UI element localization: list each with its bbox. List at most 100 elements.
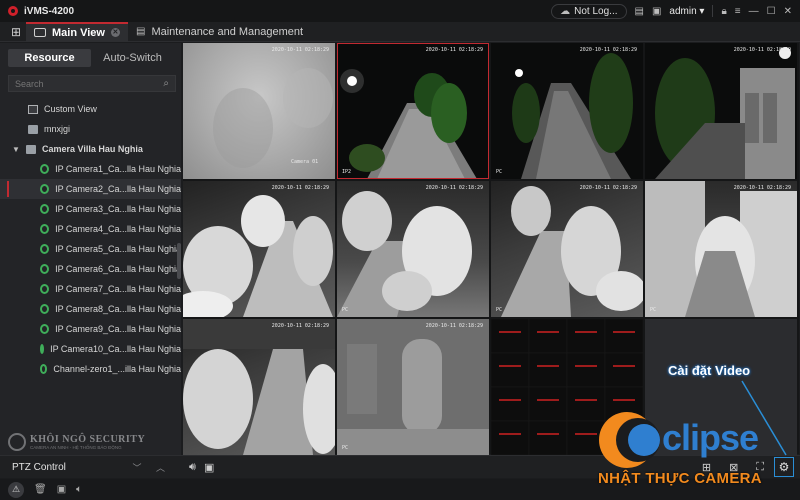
osd-timestamp: 2020-10-11 02:18:29 xyxy=(271,47,329,53)
tree-camera-item[interactable]: IP Camera3_Ca...lla Hau Nghia xyxy=(0,199,181,219)
camera-online-icon xyxy=(40,244,50,254)
custom-view-icon xyxy=(28,104,38,114)
ir-yard-scene xyxy=(183,319,335,455)
osd-timestamp: 2020-10-11 02:18:29 xyxy=(271,323,329,329)
tree-camera-item[interactable]: IP Camera8_Ca...lla Hau Nghia xyxy=(0,299,181,319)
segment-auto-switch[interactable]: Auto-Switch xyxy=(91,49,174,67)
video-tile[interactable]: 2020-10-11 02:18:29 PC xyxy=(491,181,643,317)
user-menu[interactable]: admin ▾ xyxy=(669,6,704,17)
video-tile[interactable]: 2020-10-11 02:18:29 IP2 xyxy=(337,43,489,179)
ir-wall-scene xyxy=(645,181,797,317)
ir-garden-scene xyxy=(337,191,472,317)
tree-node-label: Custom View xyxy=(44,104,97,114)
tree-camera-item[interactable]: IP Camera7_Ca...lla Hau Nghia xyxy=(0,279,181,299)
tree-node-label: Camera Villa Hau Nghia xyxy=(42,144,143,154)
tree-camera-item[interactable]: IP Camera2_Ca...lla Hau Nghia xyxy=(0,179,181,199)
live-view-grid: 2020-10-11 02:18:29 Camera 01 2020-10-11… xyxy=(183,43,799,455)
camera-online-icon xyxy=(40,184,50,194)
night-wall-scene xyxy=(655,47,795,179)
osd-camera-name: PC xyxy=(650,307,657,313)
tree-camera-item[interactable]: IP Camera9_Ca...lla Hau Nghia xyxy=(0,319,181,339)
video-tile[interactable]: 2020-10-11 02:18:29 PC xyxy=(337,319,489,455)
tree-camera-item[interactable]: IP Camera10_Ca...lla Hau Nghia xyxy=(0,339,181,359)
osd-camera-name: Camera 01 xyxy=(291,159,319,165)
divider xyxy=(712,5,714,17)
osd-camera-name: PC xyxy=(342,445,349,451)
osd-timestamp: 2020-10-11 02:18:29 xyxy=(425,185,483,191)
camera-label: IP Camera10_Ca...lla Hau Nghia xyxy=(50,344,181,354)
camera-label: IP Camera8_Ca...lla Hau Nghia xyxy=(55,304,181,314)
brand-word: clipse xyxy=(662,417,759,458)
search-input[interactable] xyxy=(15,78,164,89)
lock-icon[interactable]: 🔒︎ xyxy=(721,6,726,17)
night-path-scene xyxy=(512,53,633,179)
mute-icon[interactable]: 🔈︎ xyxy=(76,484,82,495)
watermark-subtitle: CAMERA AN NINH - HỆ THỐNG BÁO ĐỘNG xyxy=(30,445,122,450)
search-icon[interactable]: ⌕ xyxy=(163,78,169,89)
ptz-control-panel[interactable]: PTZ Control ﹀ ︿ xyxy=(0,461,181,474)
cloud-login-button[interactable]: ☁ Not Log... xyxy=(551,3,627,19)
image-icon[interactable]: ▣ xyxy=(652,6,661,17)
camera-online-icon xyxy=(40,284,50,294)
title-bar: iVMS-4200 ☁ Not Log... ▤ ▣ admin ▾ 🔒︎ ≡ … xyxy=(0,0,800,22)
trash-icon[interactable]: 🗑︎ xyxy=(34,484,47,495)
camera-online-icon xyxy=(40,164,50,174)
tree-node-label: mnxjgi xyxy=(44,124,71,134)
camera-online-icon xyxy=(40,204,50,214)
tab-main-view[interactable]: Main View ✕ xyxy=(26,21,128,42)
video-tile[interactable]: 2020-10-11 02:18:29 xyxy=(183,319,335,455)
osd-timestamp: 2020-10-11 02:18:29 xyxy=(579,47,637,53)
tree-camera-item[interactable]: IP Camera1_Ca...lla Hau Nghia xyxy=(0,159,181,179)
volume-icon[interactable]: 🔊︎ xyxy=(189,461,196,474)
osd-camera-name: PC xyxy=(496,307,503,313)
module-grid-icon[interactable]: ⊞ xyxy=(6,22,26,42)
video-tile[interactable]: 2020-10-11 02:18:29 PC xyxy=(645,181,797,317)
app-window: iVMS-4200 ☁ Not Log... ▤ ▣ admin ▾ 🔒︎ ≡ … xyxy=(0,0,800,500)
camera-label: IP Camera4_Ca...lla Hau Nghia xyxy=(55,224,181,234)
app-title: iVMS-4200 xyxy=(24,5,75,17)
app-logo-icon xyxy=(8,6,18,16)
tab-maintenance[interactable]: ▤ Maintenance and Management xyxy=(128,22,311,42)
osd-camera-name: PC xyxy=(496,169,503,175)
menu-icon[interactable]: ≡ xyxy=(735,6,741,17)
segment-resource[interactable]: Resource xyxy=(8,49,91,67)
video-tile[interactable]: 2020-10-11 02:18:29 PC xyxy=(491,43,643,179)
tree-camera-item[interactable]: IP Camera6_Ca...lla Hau Nghia xyxy=(0,259,181,279)
close-icon[interactable]: ✕ xyxy=(784,6,792,17)
save-icon[interactable]: ▣ xyxy=(204,461,214,474)
tree-node-group[interactable]: mnxjgi xyxy=(0,119,181,139)
expand-caret-icon[interactable]: ▼ xyxy=(12,145,20,154)
tree-camera-item[interactable]: Channel-zero1_...illa Hau Nghia xyxy=(0,359,181,379)
watermark-title: KHÔI NGÔ SECURITY xyxy=(30,434,146,445)
cloud-login-label: Not Log... xyxy=(574,5,618,17)
camera-label: IP Camera7_Ca...lla Hau Nghia xyxy=(55,284,181,294)
video-tile[interactable]: 2020-10-11 02:18:29 xyxy=(183,181,335,317)
tab-close-icon[interactable]: ✕ xyxy=(110,28,120,37)
tree-node-custom-view[interactable]: Custom View xyxy=(0,99,181,119)
ptz-collapse-icon[interactable]: ﹀ ︿ xyxy=(132,461,171,474)
maximize-icon[interactable]: ☐ xyxy=(767,6,776,17)
brand-tagline: NHẬT THỰC CAMERA xyxy=(598,470,762,487)
folder-icon xyxy=(26,144,36,154)
minimize-icon[interactable]: — xyxy=(749,6,759,17)
video-tile[interactable]: 2020-10-11 02:18:29 PC xyxy=(337,181,489,317)
resource-sidebar: Resource Auto-Switch ⌕ Custom View mnxjg… xyxy=(0,43,181,456)
tree-camera-item[interactable]: IP Camera4_Ca...lla Hau Nghia xyxy=(0,219,181,239)
sidebar-collapse-handle[interactable] xyxy=(177,243,181,279)
title-bar-controls: ☁ Not Log... ▤ ▣ admin ▾ 🔒︎ ≡ — ☐ ✕ xyxy=(551,3,800,19)
ir-garden-scene xyxy=(183,195,333,317)
camera-online-icon xyxy=(40,324,50,334)
file-icon[interactable]: ▤ xyxy=(635,6,644,17)
picture-icon[interactable]: ▣ xyxy=(57,484,66,495)
osd-timestamp: 2020-10-11 02:18:29 xyxy=(425,323,483,329)
watermark-khoi-ngo: KHÔI NGÔ SECURITY CAMERA AN NINH - HỆ TH… xyxy=(8,433,145,451)
tab-label: Main View xyxy=(52,26,105,39)
osd-timestamp: 2020-10-11 02:18:29 xyxy=(271,185,329,191)
alarm-warning-icon[interactable]: ⚠ xyxy=(8,481,24,498)
tree-camera-item[interactable]: IP Camera5_Ca...lla Hau Nghia xyxy=(0,239,181,259)
tree-node-group-expanded[interactable]: ▼ Camera Villa Hau Nghia xyxy=(0,139,181,159)
video-tile[interactable]: 2020-10-11 02:18:29 xyxy=(645,43,797,179)
user-name: admin xyxy=(669,5,697,17)
video-tile[interactable]: 2020-10-11 02:18:29 Camera 01 xyxy=(183,43,335,179)
camera-label: IP Camera6_Ca...lla Hau Nghia xyxy=(55,264,181,274)
